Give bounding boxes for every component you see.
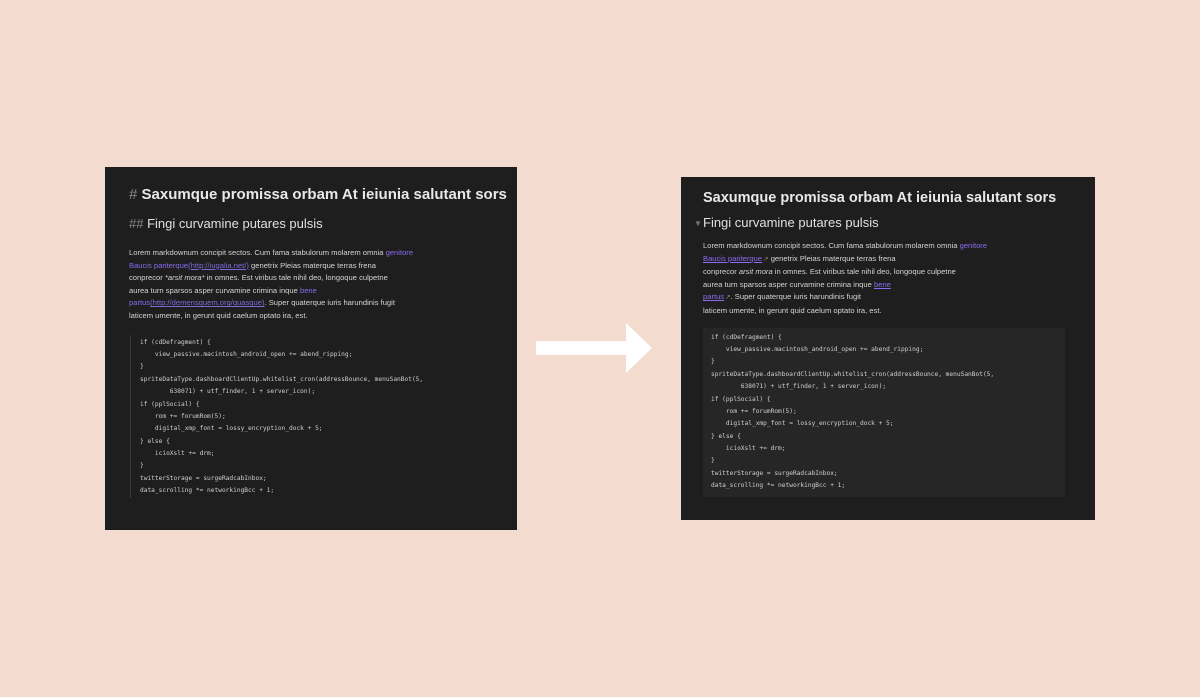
- code-line: 638071) + utf_finder, 1 + server_icon);: [140, 388, 316, 396]
- code-line: 638071) + utf_finder, 1 + server_icon);: [711, 383, 887, 391]
- heading-2-text: Fingi curvamine putares pulsis: [703, 215, 879, 230]
- paragraph-text: genetrix Pleias materque terras frena: [770, 253, 896, 263]
- markdown-preview-panel: Saxumque promissa orbam At ieiunia salut…: [681, 177, 1095, 520]
- source-heading-1: # Saxumque promissa orbam At ieiunia sal…: [129, 185, 507, 205]
- arrow-right-icon: [536, 323, 652, 373]
- heading-1-text: Saxumque promissa orbam At ieiunia salut…: [141, 186, 507, 203]
- paragraph-text: conprecor: [703, 267, 737, 277]
- link-url[interactable]: (http://iugalia.net/): [188, 261, 249, 270]
- preview-heading-2[interactable]: ▼ Fingi curvamine putares pulsis: [694, 214, 1073, 232]
- heading-2-text: Fingi curvamine putares pulsis: [147, 216, 323, 231]
- link-text[interactable]: bene: [874, 280, 891, 289]
- link-text[interactable]: bene: [300, 286, 317, 295]
- preview-code-block: if (cdDefragment) { view_passive.macinto…: [703, 327, 1065, 497]
- link-text[interactable]: genitore: [960, 241, 987, 250]
- code-line: if (pplSocial) {: [711, 395, 771, 403]
- code-line: icioXslt += drm;: [140, 450, 215, 458]
- link-text[interactable]: partus: [129, 298, 150, 307]
- paragraph-text: aurea turn sparsos asper curvamine crimi…: [703, 279, 872, 289]
- code-line: twitterStorage = surgeRadcabInbox;: [140, 474, 267, 482]
- link-url[interactable]: (http://demensquem.org/quasque): [150, 298, 264, 307]
- code-line: view_passive.macintosh_android_open += a…: [711, 345, 924, 353]
- preview-paragraph: Lorem markdownum concipit sectos. Cum fa…: [703, 240, 1073, 318]
- paragraph-text: . Super quaterque iuris harundinis fugit: [730, 292, 862, 302]
- code-line: } else {: [140, 437, 170, 445]
- code-line: data_scrolling *= networkingBcc + 1;: [140, 487, 275, 495]
- code-line: }: [140, 462, 144, 470]
- code-line: if (cdDefragment) {: [711, 333, 782, 341]
- emphasis-text: *arsit mora*: [164, 273, 205, 283]
- link-text[interactable]: partus: [703, 292, 724, 301]
- code-line: rom += forumRom(5);: [140, 412, 226, 420]
- external-link-icon: ↗: [763, 255, 769, 263]
- heading-1-marker: #: [129, 186, 138, 203]
- code-line: rom += forumRom(5);: [711, 407, 797, 415]
- code-line: icioXslt += drm;: [711, 445, 786, 453]
- link-text[interactable]: Baucis pariterque: [129, 261, 188, 270]
- code-line: }: [140, 363, 144, 371]
- link-text[interactable]: genitore: [386, 248, 413, 257]
- paragraph-text: . Super quaterque iuris harundinis fugit: [264, 298, 395, 308]
- code-line: twitterStorage = surgeRadcabInbox;: [711, 469, 838, 477]
- code-line: spriteDataType.dashboardClientUp.whiteli…: [140, 375, 424, 383]
- code-line: view_passive.macintosh_android_open += a…: [140, 350, 353, 358]
- link-text[interactable]: Baucis pariterque: [703, 254, 762, 263]
- source-heading-2: ## Fingi curvamine putares pulsis: [129, 215, 493, 233]
- emphasis-text: arsit mora: [738, 267, 773, 277]
- code-line: if (pplSocial) {: [140, 400, 200, 408]
- source-paragraph: Lorem markdownum concipit sectos. Cum fa…: [129, 247, 493, 323]
- paragraph-text: genetrix Pleias materque terras frena: [251, 260, 376, 270]
- code-line: }: [711, 358, 715, 366]
- paragraph-text: in omnes. Est viribus tale nihil deo, lo…: [774, 267, 956, 277]
- code-line: }: [711, 457, 715, 465]
- paragraph-text: conprecor: [129, 273, 163, 283]
- heading-2-marker: ##: [129, 216, 144, 231]
- paragraph-text: Lorem markdownum concipit sectos. Cum fa…: [129, 248, 384, 257]
- paragraph-text: Lorem markdownum concipit sectos. Cum fa…: [703, 241, 958, 250]
- code-line: spriteDataType.dashboardClientUp.whiteli…: [711, 370, 995, 378]
- code-line: if (cdDefragment) {: [140, 338, 211, 346]
- paragraph-text: aurea turn sparsos asper curvamine crimi…: [129, 285, 298, 295]
- preview-heading-1: Saxumque promissa orbam At ieiunia salut…: [703, 190, 1057, 206]
- code-line: digital_xmp_font = lossy_encryption_dock…: [140, 425, 323, 433]
- markdown-source-panel: # Saxumque promissa orbam At ieiunia sal…: [105, 167, 517, 530]
- paragraph-text: in omnes. Est viribus tale nihil deo, lo…: [206, 273, 388, 283]
- code-line: digital_xmp_font = lossy_encryption_dock…: [711, 420, 894, 428]
- paragraph-text: laticem umente, in gerunt quid caelum op…: [129, 310, 308, 320]
- code-line: data_scrolling *= networkingBcc + 1;: [711, 482, 846, 490]
- code-line: } else {: [711, 432, 741, 440]
- paragraph-text: laticem umente, in gerunt quid caelum op…: [703, 305, 882, 315]
- source-code-block: if (cdDefragment) { view_passive.macinto…: [130, 334, 493, 498]
- chevron-down-icon[interactable]: ▼: [694, 215, 702, 233]
